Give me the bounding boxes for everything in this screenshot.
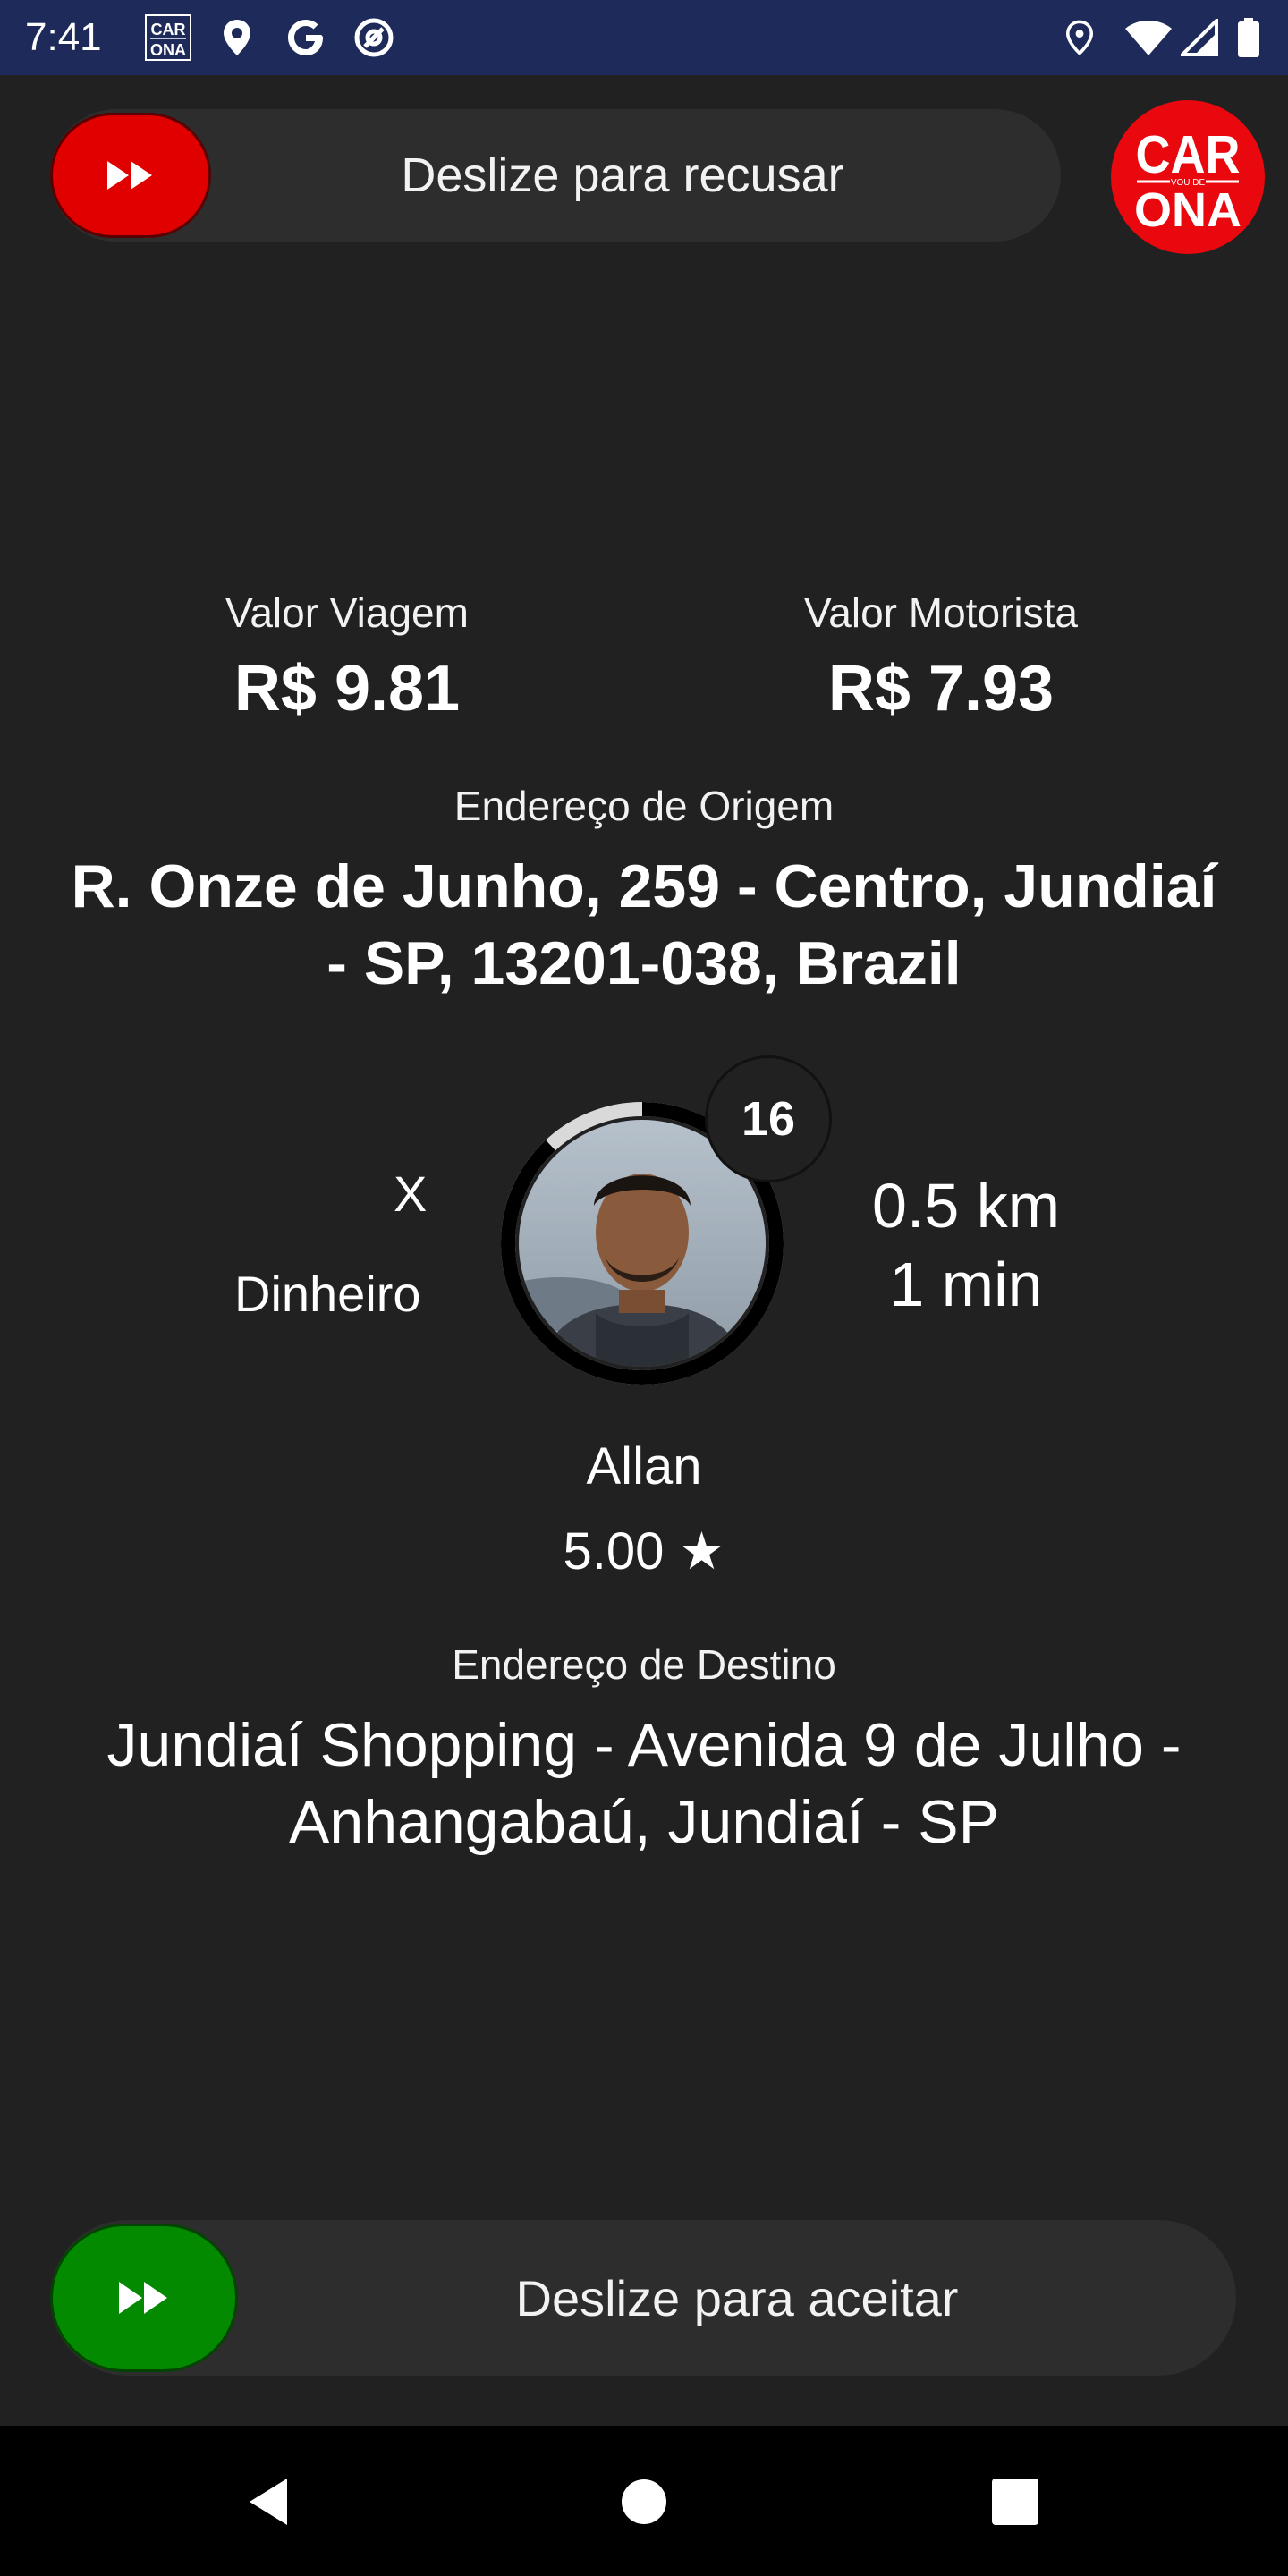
trip-value-label: Valor Viagem bbox=[225, 589, 469, 636]
fast-forward-icon bbox=[119, 2282, 167, 2314]
trip-value-amount: R$ 9.81 bbox=[233, 653, 461, 724]
svg-text:CAR: CAR bbox=[151, 21, 186, 38]
refuse-slider-label: Deslize para recusar bbox=[401, 148, 844, 202]
origin-address: R. Onze de Junho, 259 - Centro, Jundiaí … bbox=[36, 848, 1252, 1002]
distance-value: 0.5 km bbox=[871, 1171, 1061, 1241]
carona-logo: CAR VOU DE ONA bbox=[1111, 100, 1265, 254]
driver-value-amount: R$ 7.93 bbox=[827, 653, 1055, 724]
eta-value: 1 min bbox=[889, 1250, 1043, 1319]
home-icon[interactable] bbox=[604, 2462, 684, 2542]
navigation-bar bbox=[0, 2426, 1288, 2576]
ride-category: X bbox=[394, 1165, 428, 1222]
svg-text:ONA: ONA bbox=[150, 41, 186, 59]
origin-address-line2: - SP, 13201-038, Brazil bbox=[326, 929, 962, 997]
back-icon[interactable] bbox=[229, 2462, 309, 2542]
google-icon bbox=[281, 13, 331, 63]
location-pin-icon bbox=[215, 13, 259, 63]
destination-address-line1: Jundiaí Shopping - Avenida 9 de Julho - bbox=[106, 1711, 1182, 1779]
signal-icon bbox=[1179, 13, 1220, 63]
passenger-name: Allan bbox=[586, 1437, 702, 1496]
refuse-slider-handle[interactable] bbox=[50, 113, 211, 238]
origin-address-line1: R. Onze de Junho, 259 - Centro, Jundiaí bbox=[71, 852, 1217, 920]
origin-label: Endereço de Origem bbox=[453, 783, 835, 829]
driver-value-label: Valor Motorista bbox=[804, 589, 1078, 636]
accept-slider-handle[interactable] bbox=[50, 2224, 238, 2372]
carona-app-icon: CAR ONA bbox=[143, 13, 193, 63]
status-bar: 7:41 CAR ONA bbox=[0, 0, 1288, 75]
countdown-badge: 16 bbox=[705, 1055, 832, 1182]
svg-text:ONA: ONA bbox=[1134, 183, 1241, 237]
accept-slider-label: Deslize para aceitar bbox=[515, 2269, 959, 2326]
passenger-rating: 5.00 ★ bbox=[563, 1522, 725, 1580]
driver-value-block: Valor Motorista R$ 7.93 bbox=[708, 581, 1174, 733]
recents-icon[interactable] bbox=[975, 2462, 1055, 2542]
destination-address-line2: Anhangabaú, Jundiaí - SP bbox=[289, 1788, 999, 1856]
battery-icon bbox=[1231, 13, 1267, 63]
trip-value-block: Valor Viagem R$ 9.81 bbox=[114, 581, 580, 733]
svg-text:CAR: CAR bbox=[1136, 126, 1241, 185]
location-pin-icon bbox=[1059, 13, 1100, 63]
status-time: 7:41 bbox=[25, 15, 102, 59]
payment-method: Dinheiro bbox=[234, 1266, 421, 1322]
destination-address: Jundiaí Shopping - Avenida 9 de Julho - … bbox=[36, 1707, 1252, 1860]
wifi-icon bbox=[1122, 13, 1175, 63]
destination-label: Endereço de Destino bbox=[452, 1641, 836, 1688]
at-sign-icon bbox=[349, 13, 399, 63]
fast-forward-icon bbox=[107, 161, 152, 190]
